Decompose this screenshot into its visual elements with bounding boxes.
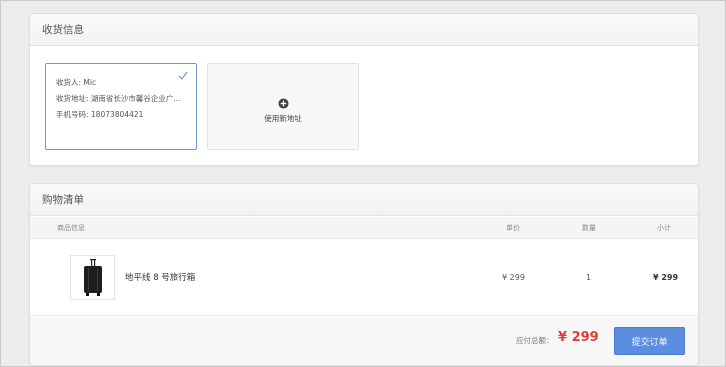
cart-footer: 应付总额： ¥ 299 提交订单 xyxy=(30,317,698,365)
address-detail: 收货地址: 湖南省长沙市馨谷企业广... xyxy=(56,94,181,103)
suitcase-icon xyxy=(83,258,102,296)
product-subtotal: ¥ 299 xyxy=(653,273,679,282)
address-card-selected[interactable]: 收货人: Mic 收货地址: 湖南省长沙市馨谷企业广... 手机号码: 1807… xyxy=(45,63,197,150)
cart-item-row: 地平线 8 号旅行箱 ¥ 299 1 ¥ 299 xyxy=(30,240,698,316)
column-unit-price: 单价 xyxy=(506,224,520,232)
cart-panel: 购物清单 商品信息 单价 数量 小计 地平线 8 号旅行箱 ¥ 299 1 ¥ … xyxy=(29,183,699,365)
product-quantity: 1 xyxy=(586,273,592,282)
product-name[interactable]: 地平线 8 号旅行箱 xyxy=(125,240,195,316)
check-icon xyxy=(178,71,188,80)
column-product: 商品信息 xyxy=(57,224,85,232)
total-value: ¥ 299 xyxy=(558,330,599,345)
shipping-panel: 收货信息 收货人: Mic 收货地址: 湖南省长沙市馨谷企业广... 手机号码:… xyxy=(29,13,699,166)
cart-title: 购物清单 xyxy=(42,194,84,206)
product-unit-price: ¥ 299 xyxy=(502,273,525,282)
total-label: 应付总额： xyxy=(516,336,554,345)
column-subtotal: 小计 xyxy=(657,224,671,232)
new-address-label: 使用新地址 xyxy=(264,113,302,123)
new-address-button[interactable]: 使用新地址 xyxy=(207,63,359,150)
shipping-title: 收货信息 xyxy=(42,24,84,36)
cart-column-header: 商品信息 单价 数量 小计 xyxy=(30,217,698,239)
submit-order-button[interactable]: 提交订单 xyxy=(614,327,685,355)
shipping-header: 收货信息 xyxy=(30,14,698,46)
address-phone: 手机号码: 18073804421 xyxy=(56,110,144,119)
plus-circle-icon xyxy=(277,97,289,109)
column-quantity: 数量 xyxy=(582,224,596,232)
product-thumbnail[interactable] xyxy=(70,255,115,300)
cart-header: 购物清单 xyxy=(30,184,698,216)
address-recipient: 收货人: Mic xyxy=(56,78,97,87)
